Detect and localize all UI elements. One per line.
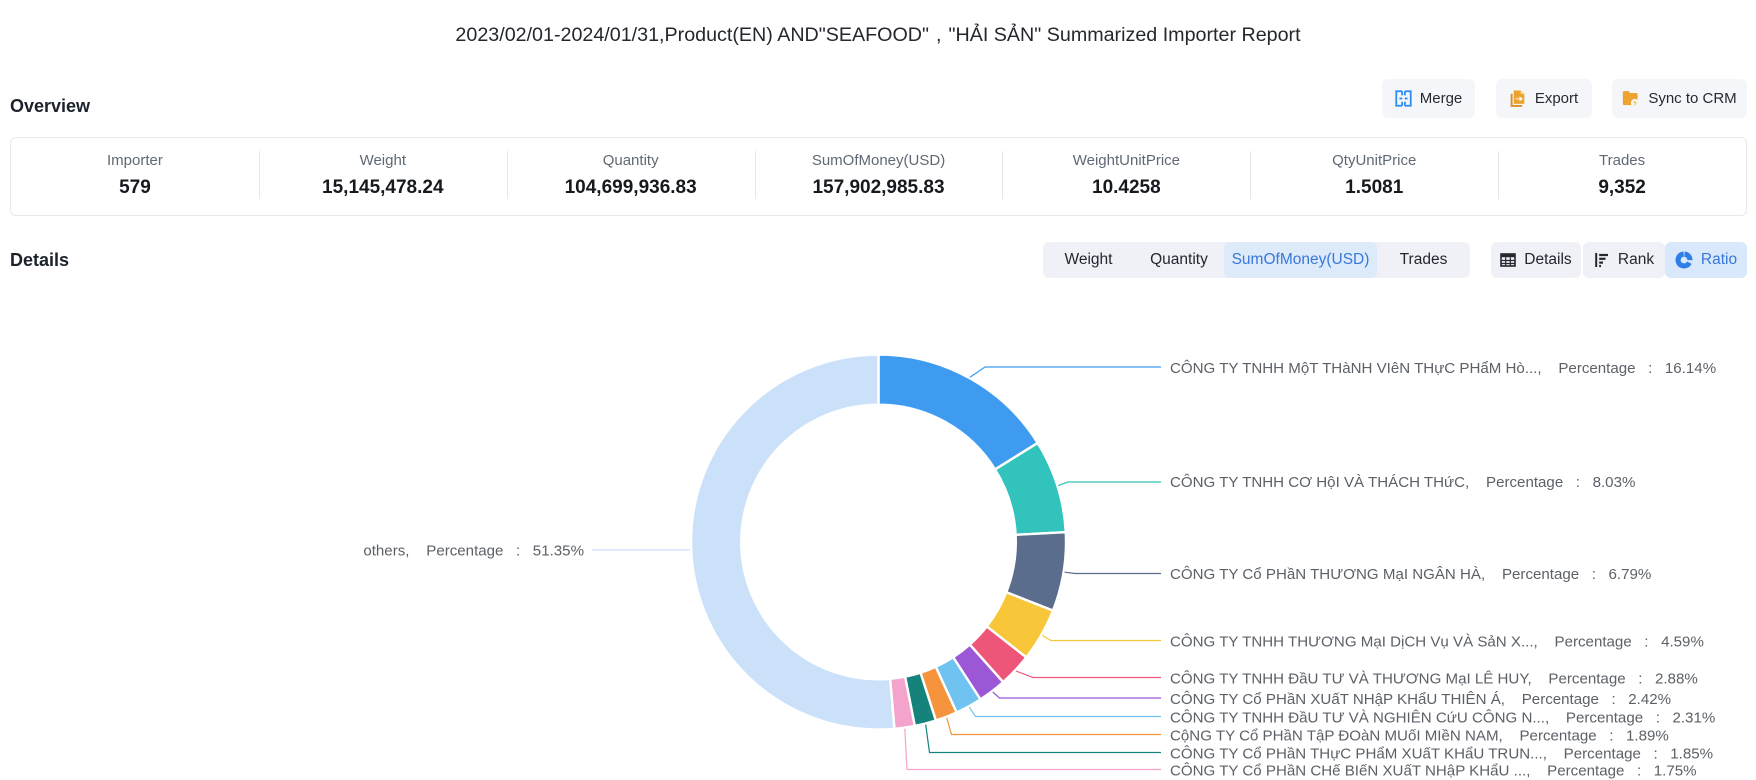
- svg-text:CÔNG TY TNHH MộT THàNH VIêN TH: CÔNG TY TNHH MộT THàNH VIêN THựC PHẩM Hò…: [1170, 360, 1716, 377]
- svg-text:CÔNG TY TNHH THƯƠNG MạI DịCH V: CÔNG TY TNHH THƯƠNG MạI DịCH Vụ VÀ SảN X…: [1170, 634, 1704, 651]
- svg-text:others, Percentage : 51: others, Percentage : 51.35%: [363, 543, 584, 560]
- svg-text:CÔNG TY Cổ PHầN THựC PHẩM XUấT: CÔNG TY Cổ PHầN THựC PHẩM XUấT KHẩU TRUN…: [1170, 746, 1713, 763]
- svg-text:CộNG TY Cổ PHầN TậP ĐOàN MUốI: CộNG TY Cổ PHầN TậP ĐOàN MUốI MIềN NAM, …: [1170, 728, 1669, 745]
- svg-text:CÔNG TY TNHH ĐầU TƯ VÀ THƯƠNG: CÔNG TY TNHH ĐầU TƯ VÀ THƯƠNG MạI LÊ HUY…: [1170, 671, 1698, 688]
- svg-text:CÔNG TY Cổ PHầN CHế BIếN XUấT: CÔNG TY Cổ PHầN CHế BIếN XUấT NHậP KHẩU …: [1170, 763, 1697, 780]
- svg-text:CÔNG TY TNHH CƠ HộI VÀ THÁCH T: CÔNG TY TNHH CƠ HộI VÀ THÁCH THứC, Perce…: [1170, 474, 1635, 491]
- svg-text:CÔNG TY Cổ PHầN THƯƠNG MạI NGÂ: CÔNG TY Cổ PHầN THƯƠNG MạI NGÂN HÀ, Perc…: [1170, 566, 1651, 583]
- svg-text:CÔNG TY Cổ PHầN XUấT NHậP KHẩU: CÔNG TY Cổ PHầN XUấT NHậP KHẩU THIÊN Á, …: [1170, 691, 1671, 708]
- svg-text:CÔNG TY TNHH ĐầU TƯ VÀ NGHIÊN: CÔNG TY TNHH ĐầU TƯ VÀ NGHIÊN CứU CÔNG N…: [1170, 710, 1715, 727]
